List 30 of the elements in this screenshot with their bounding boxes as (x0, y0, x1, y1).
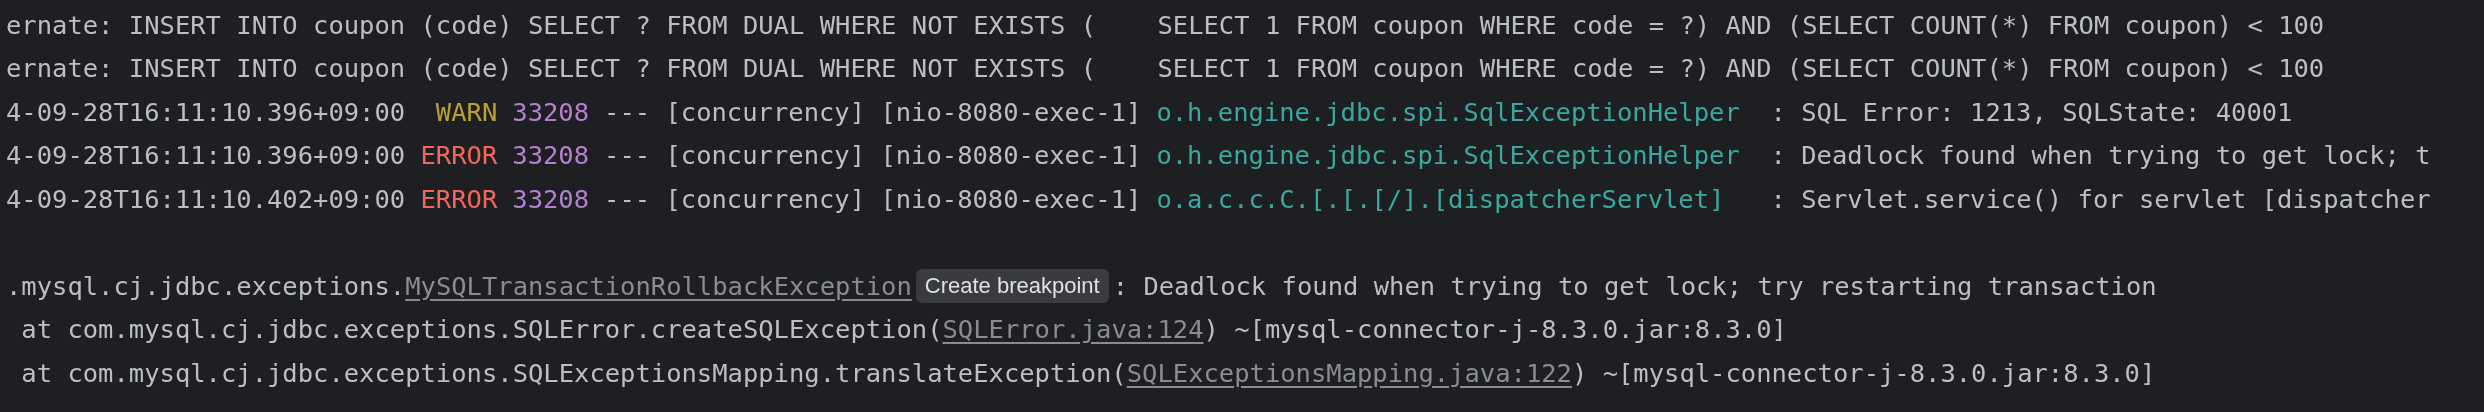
source-link[interactable]: SQLExceptionsMapping.java:122 (1126, 353, 1572, 392)
process-id: 33208 (512, 95, 590, 129)
log-text: 4-09-28T16:11:10.402+09:00 (6, 182, 407, 216)
log-text: ernate: INSERT INTO coupon (code) SELECT ? FROM DUAL WHERE NOT EXISTS ( SELECT 1 FROM coupon WHERE code = ?) AND (SELECT COUNT(*) FROM coupon) < 100 (6, 8, 2325, 42)
log-text: at com.mysql.cj.jdbc.exceptions.SQLError.createSQLException( (20, 313, 943, 347)
log-level: WARN (434, 95, 498, 129)
log-text: ) ~[mysql-connector-j-8.3.0.jar:8.3.0] (1203, 313, 1787, 347)
log-text: : Deadlock found when trying to get lock; try restarting transaction (1112, 269, 2157, 303)
log-text: at com.mysql.cj.jdbc.exceptions.SQLExceptionsMapping.translateException( (20, 356, 1127, 390)
log-level: ERROR (420, 182, 498, 216)
log-text: : Servlet.service() for servlet [dispatcher (1769, 182, 2431, 216)
log-text: 4-09-28T16:11:10.396+09:00 (6, 139, 407, 173)
source-link[interactable]: MySQLTransactionRollbackException (405, 266, 912, 305)
log-text: --- [concurrency] [nio-8080-exec-1] (604, 182, 1142, 216)
log-level: ERROR (420, 139, 498, 173)
log-text: ) ~[mysql-connector-j-8.3.0.jar:8.3.0] (1571, 356, 2156, 390)
process-id: 33208 (512, 139, 590, 173)
log-text: : Deadlock found when trying to get lock; t (1769, 139, 2431, 173)
log-text: --- [concurrency] [nio-8080-exec-1] (604, 139, 1142, 173)
source-link[interactable]: SQLError.java:124 (942, 310, 1204, 349)
log-text: 4-09-28T16:11:10.396+09:00 (6, 95, 407, 129)
breakpoint-tooltip[interactable]: Create breakpoint (915, 268, 1109, 303)
logger-name: o.a.c.c.C.[.[.[/].[dispatcherServlet] (1156, 182, 1725, 216)
log-text: --- [concurrency] [nio-8080-exec-1] (604, 95, 1142, 129)
process-id: 33208 (512, 182, 590, 216)
log-text: .mysql.cj.jdbc.exceptions. (6, 269, 406, 303)
log-text: : SQL Error: 1213, SQLState: 40001 (1769, 95, 2293, 129)
logger-name: o.h.engine.jdbc.spi.SqlExceptionHelper (1156, 95, 1740, 129)
log-text: ernate: INSERT INTO coupon (code) SELECT ? FROM DUAL WHERE NOT EXISTS ( SELECT 1 FROM coupon WHERE code = ?) AND (SELECT COUNT(*) FROM coupon) < 100 (6, 52, 2325, 86)
logger-name: o.h.engine.jdbc.spi.SqlExceptionHelper (1156, 139, 1740, 173)
